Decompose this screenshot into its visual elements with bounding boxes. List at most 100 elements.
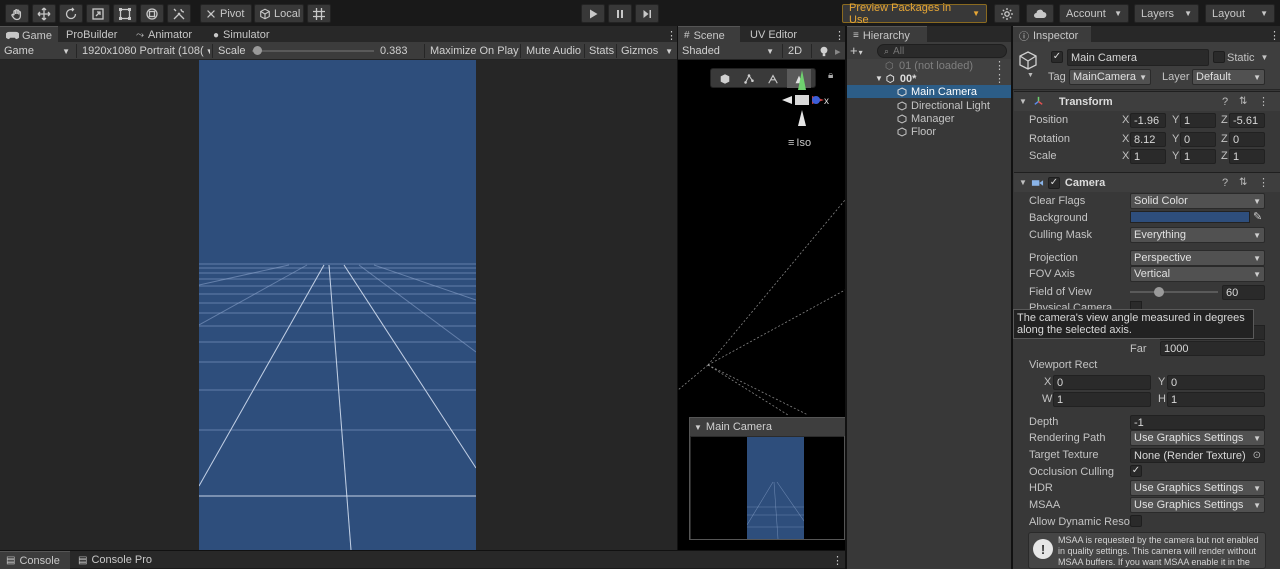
layout-dropdown[interactable]: Layout ▼ xyxy=(1205,4,1275,23)
scale-y-field[interactable]: 1 xyxy=(1180,149,1216,164)
camera-component-header[interactable]: ▼ ✓ Camera ? ⇅ ⋮ xyxy=(1014,172,1280,192)
target-texture-field[interactable]: None (Render Texture) ⊙ xyxy=(1130,448,1265,463)
active-checkbox[interactable]: ✓ xyxy=(1051,51,1063,63)
rotate-tool-button[interactable] xyxy=(59,4,83,23)
fov-value-field[interactable]: 60 xyxy=(1222,285,1265,300)
fov-axis-dropdown[interactable]: Vertical ▼ xyxy=(1130,266,1265,282)
custom-tool-button[interactable] xyxy=(167,4,191,23)
gizmos-dropdown[interactable]: Gizmos ▼ xyxy=(617,42,677,60)
eyedropper-icon[interactable]: ✎ xyxy=(1253,210,1262,223)
fov-slider-track[interactable] xyxy=(1130,291,1218,293)
services-button[interactable] xyxy=(994,4,1020,23)
scene-audio-icon[interactable]: ▸ xyxy=(831,42,845,60)
kebab-menu-icon[interactable]: ⋮ xyxy=(994,59,1005,72)
scale-z-field[interactable]: 1 xyxy=(1229,149,1265,164)
position-x-field[interactable]: -1.96 xyxy=(1130,113,1166,128)
scale-tool-button[interactable] xyxy=(86,4,110,23)
add-object-button[interactable]: +▾ xyxy=(850,43,863,58)
physical-camera-checkbox[interactable] xyxy=(1130,301,1142,309)
layer-dropdown[interactable]: Default ▼ xyxy=(1192,69,1265,85)
msaa-dropdown[interactable]: Use Graphics Settings ▼ xyxy=(1130,497,1265,513)
rect-tool-button[interactable] xyxy=(113,4,137,23)
move-tool-button[interactable] xyxy=(32,4,56,23)
object-name-field[interactable]: Main Camera xyxy=(1067,49,1209,66)
transform-tool-button[interactable] xyxy=(140,4,164,23)
rotation-y-field[interactable]: 0 xyxy=(1180,132,1216,147)
display-dropdown[interactable]: Game ▼ xyxy=(0,42,74,60)
rotation-x-field[interactable]: 8.12 xyxy=(1130,132,1166,147)
game-view[interactable] xyxy=(0,60,677,550)
tab-console-pro[interactable]: ▤ Console Pro xyxy=(72,551,158,569)
list-item-manager[interactable]: Manager xyxy=(847,112,1011,125)
scale-slider-handle[interactable] xyxy=(252,46,262,55)
hdr-dropdown[interactable]: Use Graphics Settings ▼ xyxy=(1130,480,1265,496)
stats-toggle[interactable]: Stats xyxy=(585,42,618,60)
vp-h-field[interactable]: 1 xyxy=(1167,392,1265,407)
2d-toggle[interactable]: 2D xyxy=(784,42,806,60)
far-field[interactable]: 1000 xyxy=(1160,341,1265,356)
mute-audio-toggle[interactable]: Mute Audio xyxy=(522,42,585,60)
maximize-on-play-toggle[interactable]: Maximize On Play xyxy=(426,42,523,60)
background-color-swatch[interactable] xyxy=(1130,211,1250,223)
pivot-toggle-button[interactable]: Pivot xyxy=(200,4,252,23)
preset-icon[interactable]: ⇅ xyxy=(1239,96,1247,107)
resolution-dropdown[interactable]: 1920x1080 Portrait (108( ▼ xyxy=(78,42,210,60)
foldout-arrow-icon[interactable]: ▼ xyxy=(1019,178,1027,187)
rendering-path-dropdown[interactable]: Use Graphics Settings ▼ xyxy=(1130,430,1265,446)
scale-slider-track[interactable] xyxy=(252,50,374,52)
tag-dropdown[interactable]: MainCamera ▼ xyxy=(1069,69,1151,85)
clear-flags-dropdown[interactable]: Solid Color ▼ xyxy=(1130,193,1265,209)
scale-x-field[interactable]: 1 xyxy=(1130,149,1166,164)
vp-x-field[interactable]: 0 xyxy=(1053,375,1151,390)
position-x-value: -1.96 xyxy=(1134,114,1160,127)
hierarchy-search-field[interactable]: ⌕ xyxy=(877,44,1007,58)
list-item-scene-01[interactable]: ⬡ 01 (not loaded) ⋮ xyxy=(847,59,1011,72)
position-z-field[interactable]: -5.61 xyxy=(1229,113,1265,128)
account-dropdown[interactable]: Account ▼ xyxy=(1059,4,1129,23)
vp-y-field[interactable]: 0 xyxy=(1167,375,1265,390)
help-icon[interactable]: ? xyxy=(1222,177,1228,189)
list-item-floor[interactable]: Floor xyxy=(847,125,1011,138)
grid-snapping-button[interactable] xyxy=(307,4,331,23)
static-checkbox[interactable] xyxy=(1213,51,1225,63)
shading-dropdown[interactable]: Shaded ▼ xyxy=(678,42,778,60)
kebab-menu-icon[interactable]: ⋮ xyxy=(994,72,1005,85)
pause-button[interactable] xyxy=(608,4,632,23)
vp-w-field[interactable]: 1 xyxy=(1053,392,1151,407)
expand-arrow-icon[interactable]: ▼ xyxy=(875,74,883,83)
play-button[interactable] xyxy=(581,4,605,23)
console-menu-icon[interactable]: ⋮ xyxy=(826,551,849,569)
list-item-scene-00[interactable]: ▼ ⬡ 00* ⋮ xyxy=(847,72,1011,85)
list-item-main-camera[interactable]: Main Camera xyxy=(847,85,1011,98)
step-button[interactable] xyxy=(635,4,659,23)
projection-dropdown[interactable]: Perspective ▼ xyxy=(1130,250,1265,266)
allow-dynamic-checkbox[interactable] xyxy=(1130,515,1142,527)
foldout-arrow-icon[interactable]: ▼ xyxy=(1019,97,1027,106)
layers-dropdown[interactable]: Layers ▼ xyxy=(1134,4,1199,23)
rotation-z-field[interactable]: 0 xyxy=(1229,132,1265,147)
help-icon[interactable]: ? xyxy=(1222,96,1228,108)
fov-slider-handle[interactable] xyxy=(1154,287,1165,297)
culling-mask-dropdown[interactable]: Everything ▼ xyxy=(1130,227,1265,243)
occlusion-culling-checkbox[interactable]: ✓ xyxy=(1130,465,1142,477)
kebab-menu-icon[interactable]: ⋮ xyxy=(1258,176,1269,189)
local-toggle-button[interactable]: Local xyxy=(254,4,304,23)
hierarchy-search-input[interactable] xyxy=(893,45,994,57)
preview-packages-button[interactable]: Preview Packages in Use ▼ xyxy=(842,2,987,26)
position-y-field[interactable]: 1 xyxy=(1180,113,1216,128)
camera-enabled-checkbox[interactable]: ✓ xyxy=(1047,176,1060,189)
chevron-down-icon[interactable]: ▼ xyxy=(1027,72,1034,79)
object-picker-icon[interactable]: ⊙ xyxy=(1253,450,1261,461)
depth-field[interactable]: -1 xyxy=(1130,415,1265,430)
foldout-icon[interactable]: ▼ xyxy=(694,423,702,432)
kebab-menu-icon[interactable]: ⋮ xyxy=(1258,95,1269,108)
transform-component-header[interactable]: ▼ Transform ? ⇅ ⋮ xyxy=(1014,91,1280,111)
list-item-directional-light[interactable]: Directional Light xyxy=(847,99,1011,112)
chevron-down-icon[interactable]: ▼ xyxy=(1261,53,1269,62)
rotation-x-value: 8.12 xyxy=(1134,133,1156,146)
scene-view[interactable]: 🔒︎ x ≡ Iso ▼ Main Camera xyxy=(678,60,846,550)
preset-icon[interactable]: ⇅ xyxy=(1239,177,1247,188)
hand-tool-button[interactable] xyxy=(5,4,29,23)
cloud-button[interactable] xyxy=(1026,4,1054,23)
tab-console[interactable]: ▤ Console xyxy=(0,551,70,569)
